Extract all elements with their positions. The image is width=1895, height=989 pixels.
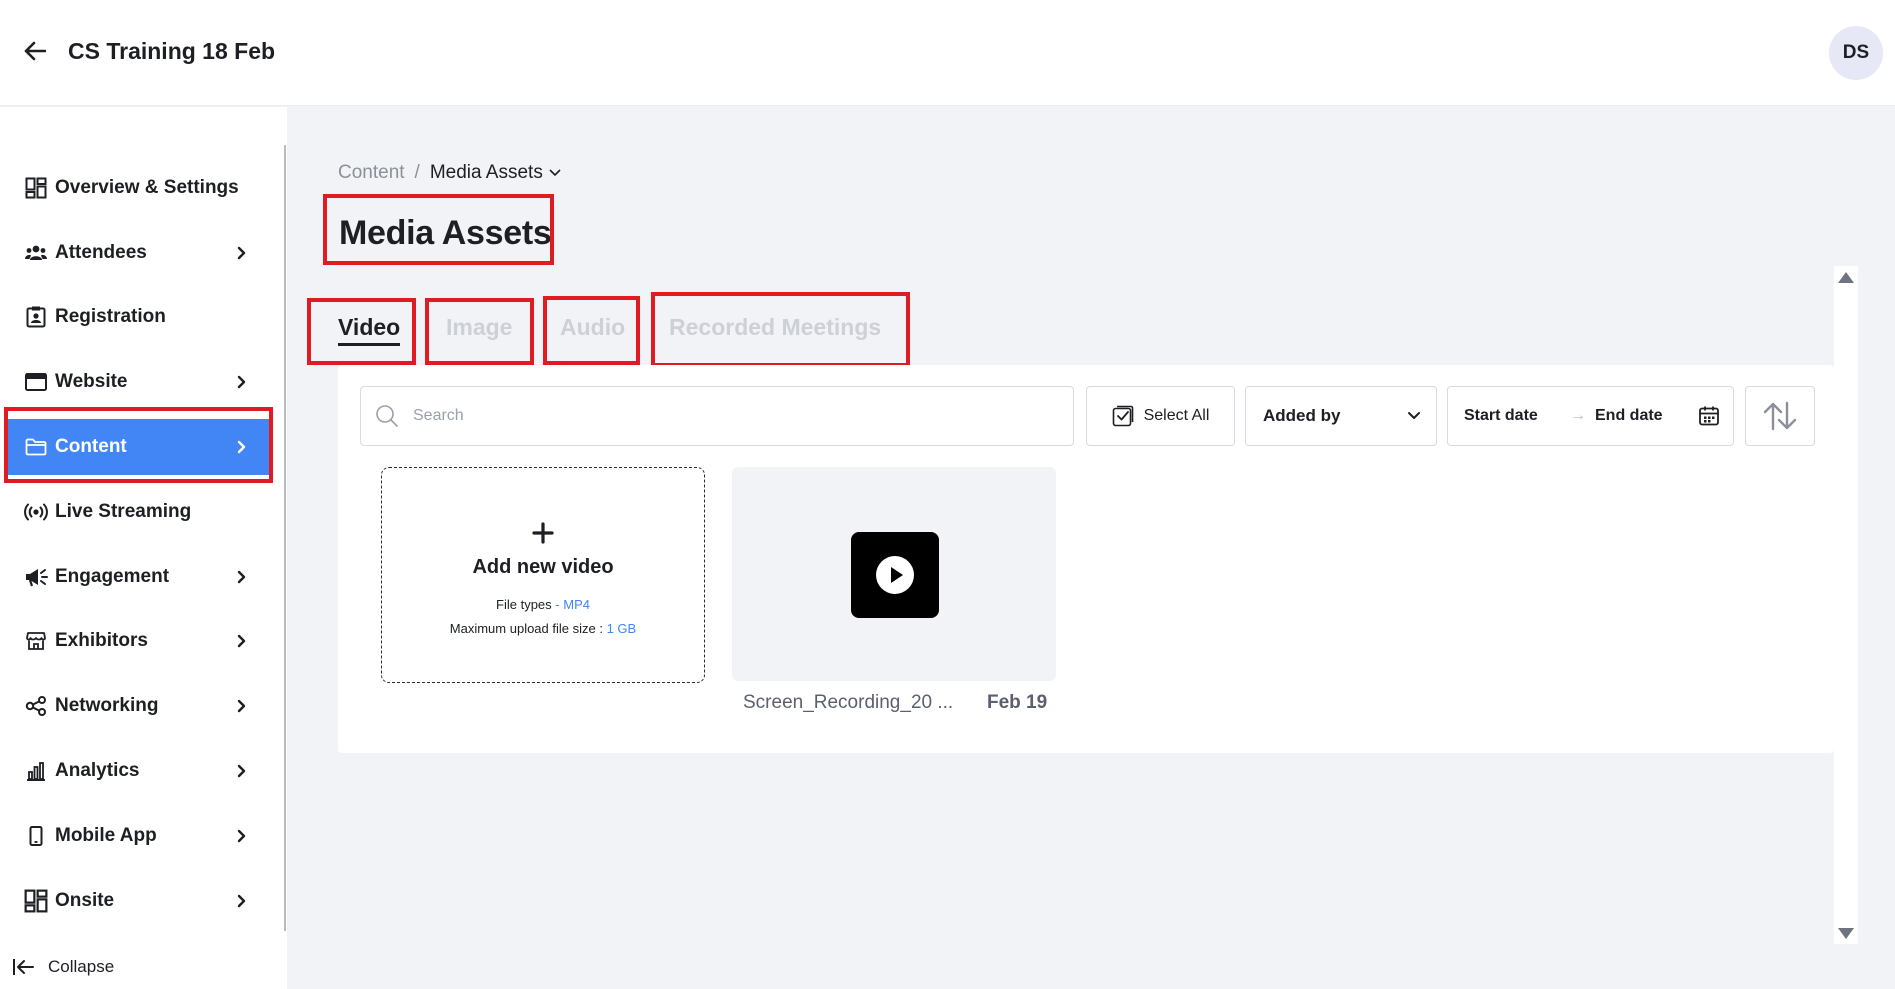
end-date-field[interactable]: End date: [1595, 407, 1663, 425]
sidebar-divider: [284, 145, 286, 931]
browser-window-icon: [24, 370, 48, 394]
event-title: CS Training 18 Feb: [68, 38, 276, 64]
chevron-right-icon: [232, 567, 252, 587]
collapse-left-icon: [12, 958, 34, 976]
collapse-label: Collapse: [48, 957, 115, 976]
breadcrumb-separator: /: [414, 162, 420, 183]
scrollbar[interactable]: [1834, 266, 1858, 944]
sidebar-item-content[interactable]: Content: [8, 419, 270, 475]
bar-chart-icon: [24, 759, 48, 783]
sidebar-item-networking[interactable]: Networking: [0, 678, 270, 734]
video-card[interactable]: [732, 467, 1056, 681]
added-by-label: Added by: [1263, 406, 1341, 425]
share-nodes-icon: [24, 694, 48, 718]
search-box[interactable]: [360, 386, 1074, 446]
tab-audio[interactable]: Audio: [560, 314, 625, 341]
file-types-label: File types: [496, 597, 552, 612]
back-button[interactable]: [20, 36, 50, 66]
sidebar-item-label: Analytics: [55, 760, 140, 781]
start-date-field[interactable]: Start date: [1464, 407, 1538, 425]
date-range-arrow: →: [1570, 407, 1586, 424]
select-all-label: Select All: [1143, 407, 1210, 424]
sidebar-item-label: Engagement: [55, 566, 170, 587]
add-new-video-label: Add new video: [472, 556, 614, 578]
max-size-value: 1 GB: [606, 621, 637, 636]
sidebar-item-analytics[interactable]: Analytics: [0, 743, 270, 799]
avatar[interactable]: DS: [1829, 26, 1883, 80]
file-types-info: File types - MP4: [382, 597, 704, 612]
max-size-label: Maximum upload file size :: [449, 621, 603, 636]
breadcrumb-current: Media Assets: [429, 162, 543, 183]
chevron-right-icon: [232, 372, 252, 392]
sidebar-item-label: Onsite: [55, 890, 115, 911]
search-icon: [376, 405, 398, 427]
chevron-right-icon: [232, 243, 252, 263]
sidebar-item-label: Live Streaming: [55, 501, 192, 522]
sidebar-item-label: Overview & Settings: [55, 177, 239, 198]
chevron-right-icon: [232, 891, 252, 911]
chevron-right-icon: [232, 631, 252, 651]
storefront-icon: [24, 629, 48, 653]
chevron-right-icon: [232, 437, 252, 457]
scroll-up-arrow-icon[interactable]: [1838, 272, 1854, 283]
added-by-dropdown[interactable]: Added by: [1245, 386, 1437, 446]
dashboard-icon: [24, 889, 48, 913]
play-icon[interactable]: [875, 555, 915, 595]
page-title: Media Assets: [339, 214, 552, 252]
breadcrumb-current-dropdown[interactable]: Media Assets: [430, 162, 561, 184]
dashboard-icon: [24, 176, 48, 200]
video-name[interactable]: Screen_Recording_20 ...: [743, 692, 953, 714]
tab-recorded-meetings[interactable]: Recorded Meetings: [669, 314, 881, 341]
checkbox-checked-icon: [1112, 405, 1133, 427]
folder-icon: [24, 435, 48, 459]
sidebar-item-label: Content: [55, 436, 127, 457]
sidebar-item-onsite[interactable]: Onsite: [0, 873, 270, 929]
collapse-button[interactable]: Collapse: [0, 945, 287, 989]
sidebar-item-exhibitors[interactable]: Exhibitors: [0, 613, 270, 669]
max-size-info: Maximum upload file size : 1 GB: [382, 621, 704, 636]
sidebar-item-label: Attendees: [55, 242, 147, 263]
sidebar-item-overview-settings[interactable]: Overview & Settings: [0, 160, 270, 216]
chevron-down-icon: [549, 169, 561, 177]
chevron-right-icon: [232, 696, 252, 716]
chevron-down-icon: [1406, 408, 1422, 424]
file-types-value: - MP4: [555, 597, 590, 612]
add-new-video-card[interactable]: Add new video File types - MP4 Maximum u…: [381, 467, 705, 683]
video-thumbnail: [851, 532, 939, 618]
calendar-icon[interactable]: [1698, 405, 1720, 427]
people-icon: [24, 241, 48, 265]
sort-button[interactable]: [1745, 386, 1815, 446]
sidebar-item-attendees[interactable]: Attendees: [0, 225, 270, 281]
sidebar-item-engagement[interactable]: Engagement: [0, 549, 270, 605]
tab-video[interactable]: Video: [338, 314, 401, 346]
tab-image[interactable]: Image: [446, 314, 512, 341]
top-bar: CS Training 18 Feb DS: [0, 0, 1895, 106]
megaphone-icon: [24, 565, 48, 589]
breadcrumb-root[interactable]: Content: [338, 162, 405, 184]
sidebar-item-label: Exhibitors: [55, 630, 148, 651]
registration-icon: [24, 305, 48, 329]
broadcast-icon: [24, 500, 48, 524]
breadcrumb: Content / Media Assets: [338, 162, 561, 184]
sidebar-item-label: Mobile App: [55, 825, 157, 846]
search-input[interactable]: [413, 407, 1053, 425]
arrow-left-icon: [24, 41, 46, 61]
sidebar-item-website[interactable]: Website: [0, 354, 270, 410]
sidebar-item-registration[interactable]: Registration: [0, 289, 270, 345]
sidebar-item-label: Registration: [55, 306, 166, 327]
mobile-phone-icon: [24, 824, 48, 848]
sidebar-item-label: Website: [55, 371, 128, 392]
select-all-button[interactable]: Select All: [1086, 386, 1235, 446]
scroll-down-arrow-icon[interactable]: [1838, 928, 1854, 939]
sidebar-item-mobile-app[interactable]: Mobile App: [0, 808, 270, 864]
sort-arrows-icon: [1763, 401, 1797, 431]
chevron-right-icon: [232, 761, 252, 781]
video-date: Feb 19: [987, 692, 1048, 713]
plus-icon: [382, 522, 704, 544]
chevron-right-icon: [232, 826, 252, 846]
sidebar-item-label: Networking: [55, 695, 159, 716]
date-range-picker[interactable]: Start date → End date: [1447, 386, 1734, 446]
sidebar-item-live-streaming[interactable]: Live Streaming: [0, 484, 270, 540]
